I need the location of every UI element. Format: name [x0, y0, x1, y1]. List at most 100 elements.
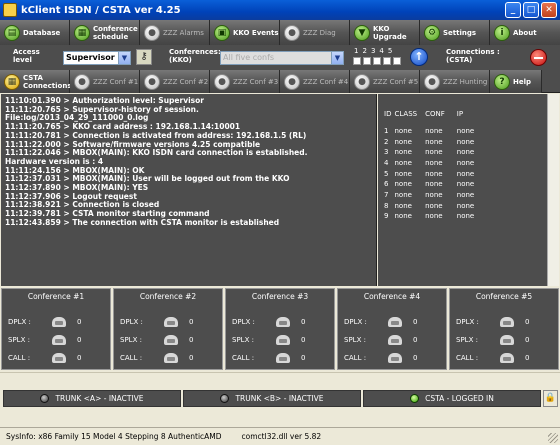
connections-table-pane: ID CLASS CONF IP 1 none none none 2 none none n…: [378, 94, 547, 286]
table-cell: none: [394, 212, 412, 221]
arrow-up-icon[interactable]: ↑: [410, 48, 428, 66]
table-cell: none: [456, 137, 475, 146]
table-cell: none: [394, 201, 412, 210]
control-bar: Access level Supervisor ▼ ⚷ Conferences:…: [0, 45, 560, 70]
connections-icon: ▦: [4, 73, 20, 90]
conference-title: Conference #1: [27, 292, 85, 301]
table-cell: none: [425, 137, 443, 146]
dplx-value: 0: [77, 318, 82, 326]
conf-checkbox-1[interactable]: [353, 57, 361, 65]
help-button[interactable]: ? Help: [490, 70, 542, 93]
conferences-select[interactable]: All five confs ▼: [220, 51, 344, 65]
about-button[interactable]: i About: [490, 20, 560, 45]
phone-icon: [276, 353, 290, 363]
table-row[interactable]: 8 none none none: [384, 200, 477, 211]
close-button[interactable]: ✕: [541, 2, 557, 18]
lock-icon[interactable]: 🔒: [543, 390, 558, 407]
table-cell: 3: [384, 148, 389, 157]
tab-conf-1[interactable]: ● ZZZ Conf #1: [70, 70, 140, 93]
events-icon: ▣: [214, 24, 230, 41]
upgrade-icon: ▼: [354, 24, 370, 41]
phone-icon: [52, 317, 66, 327]
tab-conf-4[interactable]: ● ZZZ Conf #4: [280, 70, 350, 93]
table-cell: none: [394, 190, 412, 199]
conference-schedule-button[interactable]: ▦ Conference schedule: [70, 20, 140, 45]
phone-icon: [164, 317, 178, 327]
table-cell: none: [456, 201, 475, 210]
table-row[interactable]: 1 none none none: [384, 125, 477, 136]
table-cell: 8: [384, 201, 389, 210]
column-header: ID: [384, 110, 392, 118]
sysinfo-cpu: SysInfo: x86 Family 15 Model 4 Stepping …: [6, 432, 222, 441]
conf-numbers: 1 2 3 4 5: [354, 47, 393, 55]
phone-icon: [52, 353, 66, 363]
vertical-scrollbar[interactable]: [547, 94, 559, 286]
table-row[interactable]: 6 none none none: [384, 178, 477, 189]
tab-conf-5[interactable]: ● ZZZ Conf #5: [350, 70, 420, 93]
conf-checkbox-5[interactable]: [393, 57, 401, 65]
title-bar: kClient ISDN / CSTA ver 4.25 _ □ ✕: [0, 0, 560, 20]
csta-status: CSTA - LOGGED IN: [363, 390, 541, 407]
table-cell: none: [394, 180, 412, 189]
status-strip: [0, 372, 560, 390]
call-label: CALL :: [344, 354, 367, 362]
table-cell: none: [456, 158, 475, 167]
database-button[interactable]: ▤ Database: [0, 20, 70, 45]
table-cell: none: [456, 169, 475, 178]
kko-upgrade-button[interactable]: ▼ KKO Upgrade: [350, 20, 420, 45]
call-label: CALL :: [232, 354, 255, 362]
call-label: CALL :: [8, 354, 31, 362]
table-row[interactable]: 2 none none none: [384, 136, 477, 147]
table-cell: none: [394, 126, 412, 135]
diag-button[interactable]: ● ZZZ Diag: [280, 20, 350, 45]
phone-icon: [388, 317, 402, 327]
conf-checkbox-3[interactable]: [373, 57, 381, 65]
table-cell: none: [456, 148, 475, 157]
table-row[interactable]: 5 none none none: [384, 168, 477, 179]
alarms-button[interactable]: ● ZZZ Alarms: [140, 20, 210, 45]
chevron-down-icon: ▼: [331, 52, 343, 64]
table-row[interactable]: 4 none none none: [384, 157, 477, 168]
table-cell: none: [425, 190, 443, 199]
log-pane[interactable]: 11:10:01.390 > Authorization level: Supe…: [1, 94, 377, 286]
table-row[interactable]: 9 none none none: [384, 211, 477, 222]
table-cell: 1: [384, 126, 389, 135]
table-cell: 7: [384, 190, 389, 199]
tab-csta-connections[interactable]: ▦ CSTA Connections: [0, 70, 72, 93]
maximize-button[interactable]: □: [523, 2, 539, 18]
alarm-icon: ●: [144, 24, 160, 41]
splx-label: SPLX :: [232, 336, 254, 344]
database-icon: ▤: [4, 24, 20, 41]
stop-icon[interactable]: [530, 49, 547, 66]
phone-icon: [276, 335, 290, 345]
conference-title: Conference #3: [251, 292, 309, 301]
diag-icon: ●: [284, 24, 300, 41]
conference-panel-4: Conference #4 DPLX : 0 SPLX : 0 CALL : 0: [337, 288, 447, 370]
conf-checkbox-2[interactable]: [363, 57, 371, 65]
tab-conf-2[interactable]: ● ZZZ Conf #2: [140, 70, 210, 93]
tab-conf-3[interactable]: ● ZZZ Conf #3: [210, 70, 280, 93]
access-level-select[interactable]: Supervisor ▼: [63, 51, 131, 65]
table-cell: none: [425, 158, 443, 167]
tab-hunting[interactable]: ● ZZZ Hunting: [420, 70, 490, 93]
table-row[interactable]: 3 none none none: [384, 146, 477, 157]
kko-events-button[interactable]: ▣ KKO Events: [210, 20, 280, 45]
sysinfo-dll: comctl32.dll ver 5.82: [241, 432, 322, 441]
conf-icon: ●: [74, 73, 90, 90]
table-row[interactable]: 7 none none none: [384, 189, 477, 200]
conference-panel-3: Conference #3 DPLX : 0 SPLX : 0 CALL : 0: [225, 288, 335, 370]
minimize-button[interactable]: _: [505, 2, 521, 18]
splx-value: 0: [301, 336, 306, 344]
call-value: 0: [301, 354, 306, 362]
dplx-value: 0: [189, 318, 194, 326]
conf-checkbox-4[interactable]: [383, 57, 391, 65]
trunk-b-status: TRUNK <B> - INACTIVE: [183, 390, 361, 407]
app-icon: [3, 3, 17, 17]
key-icon[interactable]: ⚷: [136, 49, 152, 65]
resize-grip-icon[interactable]: [548, 433, 558, 443]
dplx-label: DPLX :: [120, 318, 143, 326]
splx-label: SPLX :: [120, 336, 142, 344]
conference-panels: Conference #1 DPLX : 0 SPLX : 0 CALL : 0 Confer…: [1, 288, 559, 370]
settings-button[interactable]: ⚙ Settings: [420, 20, 490, 45]
phone-icon: [500, 335, 514, 345]
